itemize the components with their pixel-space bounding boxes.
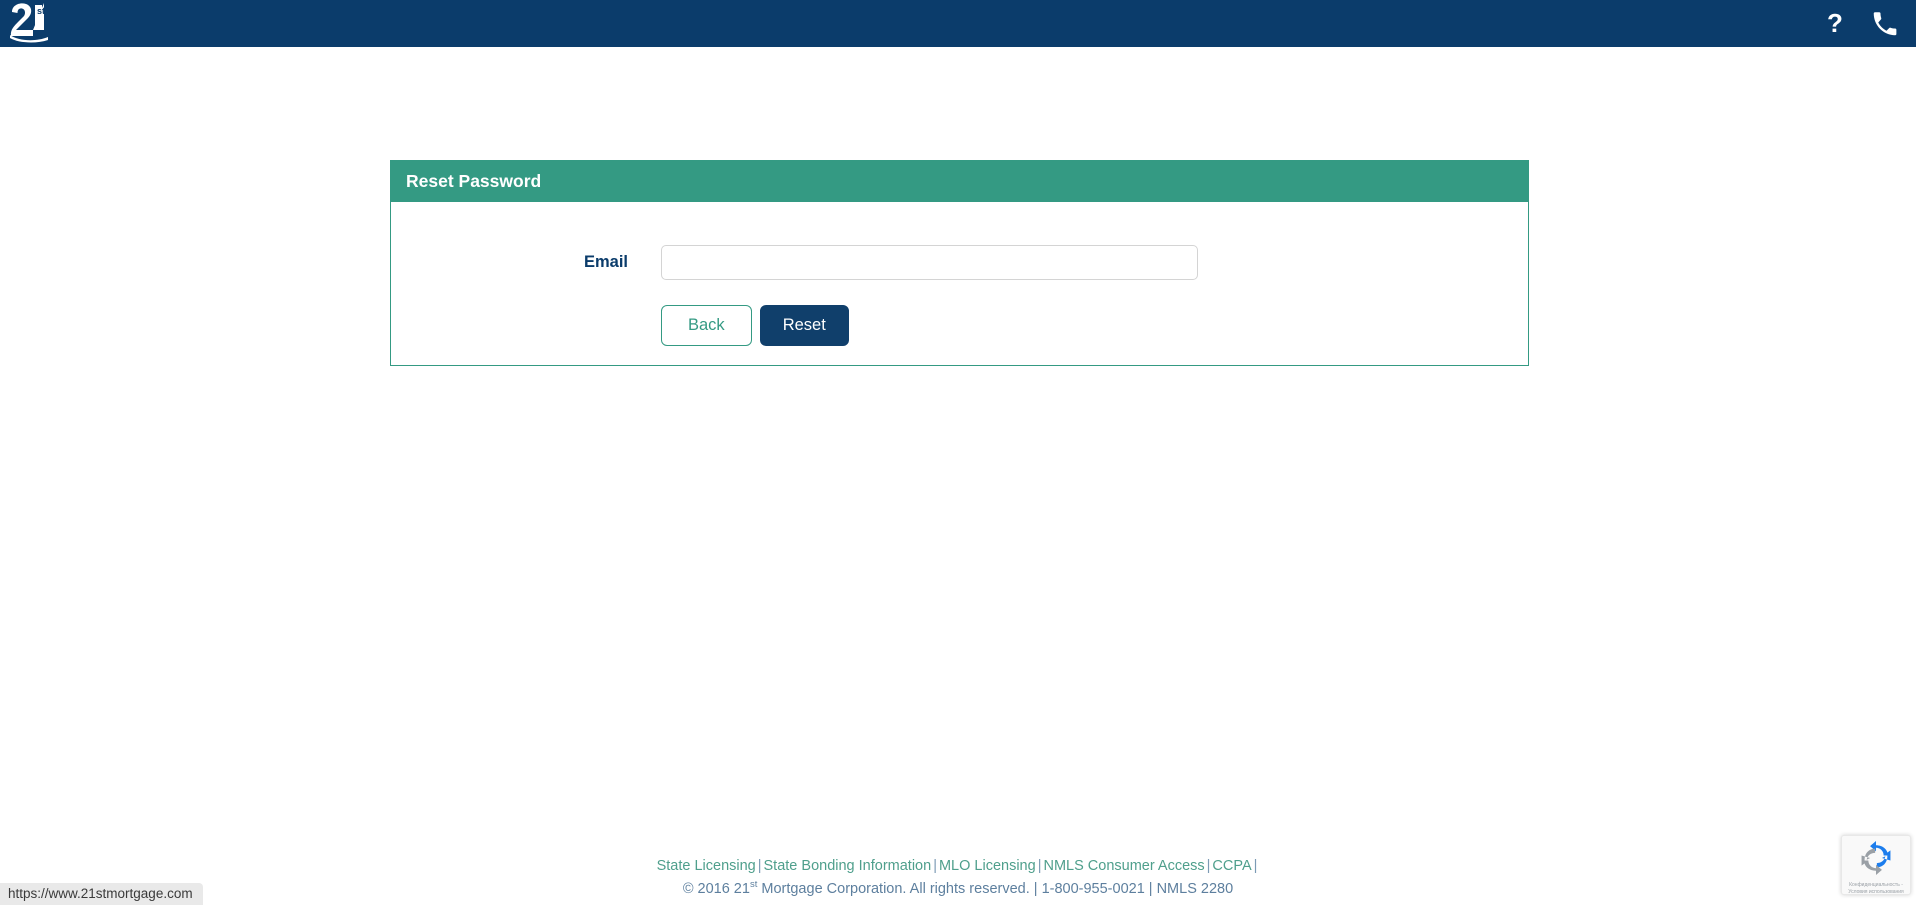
21st-mortgage-logo[interactable]: st	[8, 1, 52, 43]
footer-separator: |	[933, 858, 937, 874]
footer-link-nmls-consumer-access[interactable]: NMLS Consumer Access	[1043, 858, 1204, 874]
recaptcha-privacy-terms[interactable]: Конфиденциальность - Условия использован…	[1842, 882, 1910, 896]
footer-link-state-licensing[interactable]: State Licensing	[657, 858, 756, 874]
button-row: Back Reset	[661, 305, 849, 346]
back-button[interactable]: Back	[661, 305, 752, 346]
reset-password-card: Reset Password Email Back Reset	[390, 160, 1529, 366]
svg-text:?: ?	[1827, 9, 1843, 38]
recaptcha-icon	[1861, 841, 1891, 875]
footer-links-line: State Licensing | State Bonding Informatio…	[0, 855, 1916, 877]
footer-copyright: © 2016 21st Mortgage Corporation. All ri…	[0, 877, 1916, 901]
email-label: Email	[583, 253, 628, 271]
copyright-suffix: Mortgage Corporation. All rights reserve…	[757, 881, 1234, 897]
help-question-icon[interactable]: ?	[1822, 9, 1848, 39]
browser-status-bar: https://www.21stmortgage.com	[0, 883, 203, 905]
page-footer: State Licensing | State Bonding Informatio…	[0, 855, 1916, 901]
reset-button[interactable]: Reset	[759, 305, 849, 346]
top-header: st ?	[0, 0, 1916, 47]
footer-link-ccpa[interactable]: CCPA	[1212, 858, 1251, 874]
header-icon-group: ?	[1822, 0, 1900, 47]
footer-separator: |	[757, 858, 762, 874]
card-body: Email Back Reset	[390, 202, 1529, 366]
footer-link-state-bonding-information[interactable]: State Bonding Information	[764, 858, 932, 874]
email-input[interactable]	[661, 245, 1198, 280]
footer-separator: |	[1253, 858, 1258, 874]
logo-superscript-st: st	[37, 6, 45, 16]
recaptcha-badge[interactable]: Конфиденциальность - Условия использован…	[1841, 835, 1911, 895]
card-title: Reset Password	[390, 160, 1529, 202]
copyright-prefix: © 2016 21	[682, 881, 750, 897]
footer-link-mlo-licensing[interactable]: MLO Licensing	[939, 858, 1036, 874]
phone-icon[interactable]	[1870, 9, 1900, 39]
email-form-row: Email	[391, 245, 1528, 280]
